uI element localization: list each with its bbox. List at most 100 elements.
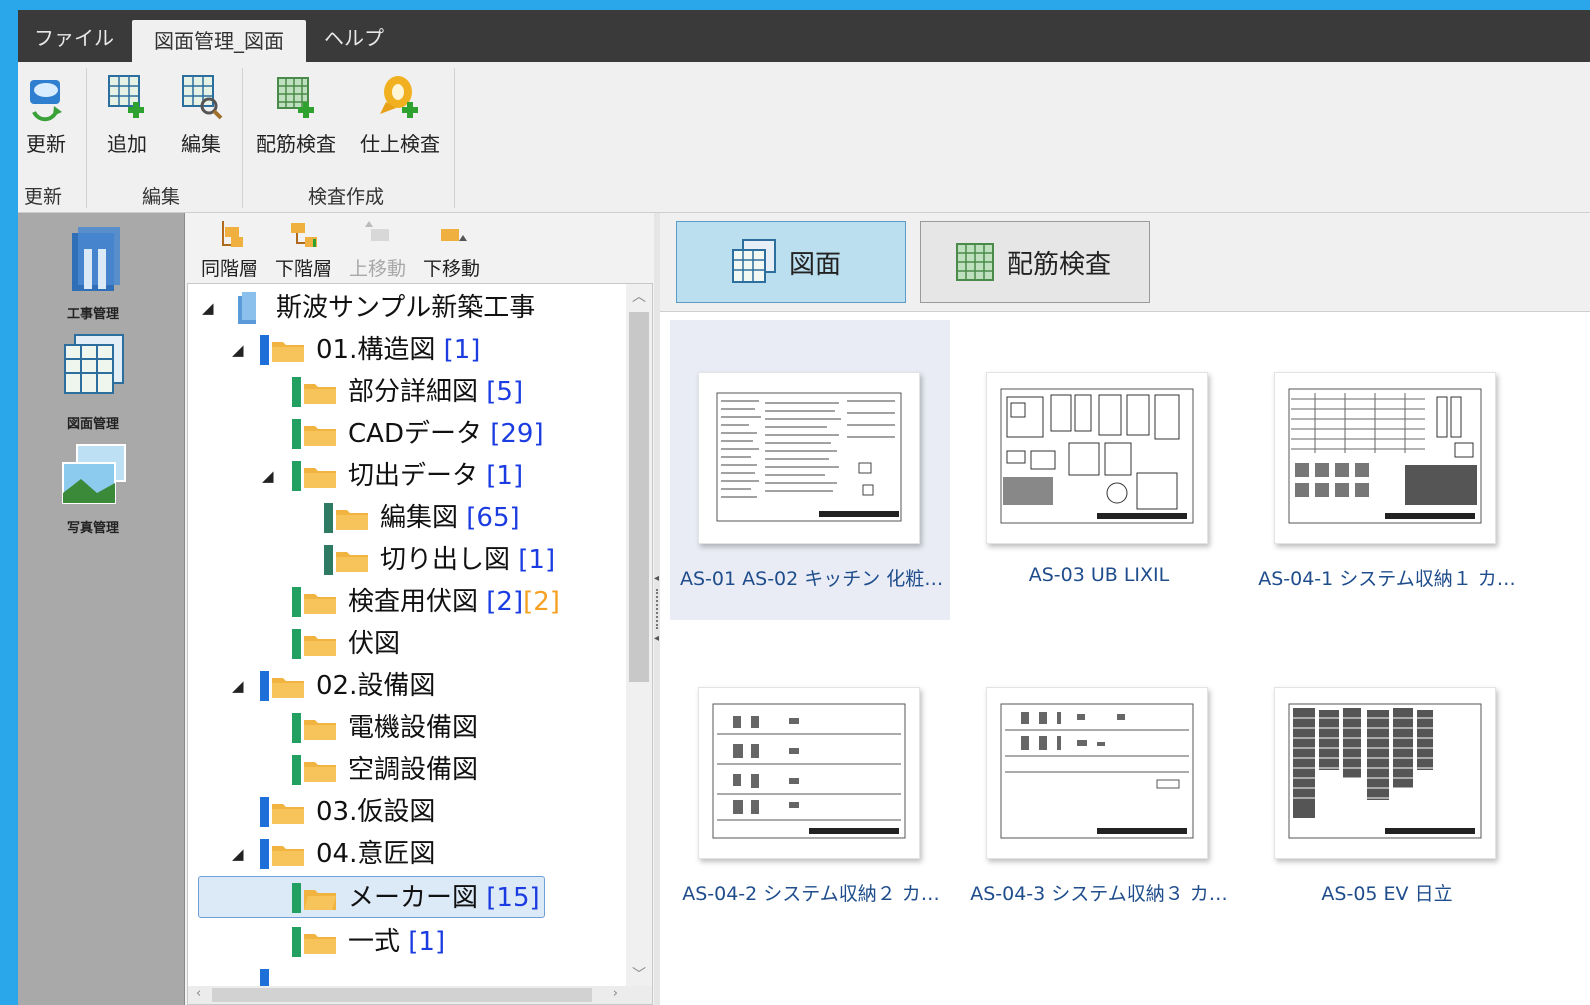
- menu-drawing-management[interactable]: 図面管理_図面: [132, 20, 306, 62]
- drawing-card-selected[interactable]: AS-01 AS-02 キッチン 化粧…: [670, 320, 950, 620]
- drawing-card[interactable]: AS-04-2 システム収納２ カ…: [670, 635, 950, 935]
- nav-photos-label: 写真管理: [66, 521, 119, 536]
- collapse-arrow-icon[interactable]: ◢: [262, 456, 274, 496]
- nav-photos[interactable]: 写真管理: [18, 441, 168, 536]
- node-count: [1]: [486, 461, 524, 491]
- nav-construction[interactable]: 工事管理: [18, 219, 168, 322]
- node-label: 切り出し図: [380, 545, 511, 575]
- app-body: ファイル 図面管理_図面 ヘルプ 更新 追加 編集 配筋検査 仕上検査 更新 編…: [18, 10, 1590, 1005]
- folder-tree-panel: 同階層 下階層 上移動 下移動 ◢ 斯波サンプル新築工事 ◢ 01.構造図 [1…: [184, 213, 655, 1005]
- tree-node-selected[interactable]: メーカー図 [15]: [198, 876, 545, 918]
- collapse-arrow-icon[interactable]: ◢: [232, 330, 244, 370]
- tree-vertical-scrollbar[interactable]: ︿ ﹀: [626, 284, 652, 986]
- node-label: CADデータ: [348, 419, 482, 449]
- drawing-card[interactable]: AS-04-1 システム収納１ カ…: [1246, 320, 1526, 620]
- drawing-caption: AS-05 EV 日立: [1321, 883, 1453, 905]
- scroll-up-icon[interactable]: ︿: [632, 286, 646, 306]
- node-label: メーカー図: [348, 883, 479, 913]
- level-bar: [260, 671, 269, 701]
- node-count: [5]: [486, 377, 524, 407]
- tab-rebar-inspection-label: 配筋検査: [1007, 250, 1112, 280]
- collapse-left-icon[interactable]: ◂: [654, 633, 659, 644]
- move-down-button[interactable]: 下移動: [423, 219, 480, 281]
- folder-icon: [304, 426, 336, 446]
- drawing-thumbnail: [1274, 372, 1496, 544]
- scroll-left-icon[interactable]: ‹: [196, 986, 201, 1001]
- left-nav: 工事管理 図面管理 写真管理: [18, 213, 184, 1005]
- folder-icon: [336, 552, 368, 572]
- nav-drawings-label: 図面管理: [66, 417, 119, 432]
- level-bar: [292, 927, 301, 957]
- folder-icon: [304, 934, 336, 954]
- nav-drawings[interactable]: 図面管理: [18, 329, 168, 432]
- open-folder-icon: [304, 890, 336, 910]
- edit-button[interactable]: 編集: [174, 72, 228, 157]
- collapse-arrow-icon[interactable]: ◢: [202, 288, 214, 328]
- move-down-label: 下移動: [423, 258, 481, 280]
- level-bar: [260, 797, 269, 827]
- group-refresh-label: 更新: [24, 186, 63, 208]
- drawing-caption: AS-01 AS-02 キッチン 化粧…: [680, 568, 942, 590]
- tree-toolbar: 同階層 下階層 上移動 下移動: [185, 213, 655, 281]
- drawing-thumbnail: [986, 687, 1208, 859]
- tape-add-icon: [380, 76, 418, 118]
- collapse-arrow-icon[interactable]: ◢: [232, 834, 244, 874]
- level-bar: [260, 839, 269, 869]
- move-up-button[interactable]: 上移動: [349, 219, 406, 281]
- ribbon: 更新 追加 編集 配筋検査 仕上検査 更新 編集 検査作成: [18, 62, 1590, 213]
- drawing-thumbnail: [698, 372, 920, 544]
- folder-icon: [304, 468, 336, 488]
- node-count-secondary: [2]: [523, 587, 560, 617]
- menu-file[interactable]: ファイル: [34, 10, 114, 62]
- level-bar: [260, 335, 269, 365]
- folder-icon: [272, 804, 304, 824]
- tab-drawings[interactable]: 図面: [676, 221, 906, 303]
- rebar-inspection-button[interactable]: 配筋検査: [254, 72, 338, 157]
- node-label: 検査用伏図: [348, 587, 479, 617]
- collapse-arrow-icon[interactable]: ◢: [232, 666, 244, 706]
- lower-level-button[interactable]: 下階層: [275, 219, 332, 281]
- rebar-inspection-label: 配筋検査: [256, 132, 336, 156]
- node-count: [1]: [518, 545, 556, 575]
- finish-inspection-button[interactable]: 仕上検査: [358, 72, 442, 157]
- level-bar: [292, 377, 301, 407]
- rebar-add-icon: [277, 77, 314, 118]
- node-count: [1]: [443, 335, 481, 365]
- folder-icon: [272, 678, 304, 698]
- node-label: 一式: [348, 927, 401, 957]
- node-count: [15]: [486, 883, 540, 913]
- drawings-icon: [64, 334, 124, 394]
- scroll-down-icon[interactable]: ﹀: [632, 964, 646, 984]
- node-label: 編集図: [380, 503, 459, 533]
- same-level-button[interactable]: 同階層: [201, 219, 258, 281]
- scroll-right-icon[interactable]: ›: [613, 986, 618, 1001]
- move-up-folder-icon: [364, 221, 389, 241]
- add-button[interactable]: 追加: [100, 72, 154, 157]
- edit-drawing-icon: [182, 75, 223, 120]
- move-down-folder-icon: [440, 229, 467, 241]
- level-bar: [324, 503, 333, 533]
- scroll-h-thumb[interactable]: [212, 988, 592, 1002]
- drawing-card[interactable]: AS-04-3 システム収納３ カ…: [958, 635, 1238, 935]
- menu-help[interactable]: ヘルプ: [324, 10, 384, 62]
- drawing-card[interactable]: AS-03 UB LIXIL: [958, 320, 1238, 620]
- drawing-thumbnail-grid: AS-01 AS-02 キッチン 化粧… AS-03 UB LIXIL AS-0…: [660, 311, 1590, 1005]
- group-edit-label: 編集: [142, 186, 181, 208]
- node-label: 03.仮設図: [316, 797, 436, 827]
- tree-horizontal-scrollbar[interactable]: ‹ ›: [188, 986, 652, 1004]
- refresh-button[interactable]: 更新: [22, 72, 70, 157]
- ribbon-separator: [242, 68, 243, 208]
- collapse-left-icon[interactable]: ◂: [654, 573, 659, 584]
- drawing-card[interactable]: AS-05 EV 日立: [1246, 635, 1526, 935]
- folder-icon: [304, 384, 336, 404]
- folder-icon: [272, 342, 304, 362]
- node-count: [1]: [408, 927, 446, 957]
- node-label: 電機設備図: [348, 713, 479, 743]
- node-label: 02.設備図: [316, 671, 436, 701]
- folder-tree: ◢ 斯波サンプル新築工事 ◢ 01.構造図 [1] 部分詳細図 [5] CADデ…: [187, 283, 653, 1005]
- move-up-label: 上移動: [349, 258, 407, 280]
- drawing-caption: AS-04-1 システム収納１ カ…: [1258, 568, 1516, 590]
- level-bar: [292, 883, 301, 913]
- tab-rebar-inspection[interactable]: 配筋検査: [920, 221, 1150, 303]
- scroll-thumb[interactable]: [629, 312, 649, 682]
